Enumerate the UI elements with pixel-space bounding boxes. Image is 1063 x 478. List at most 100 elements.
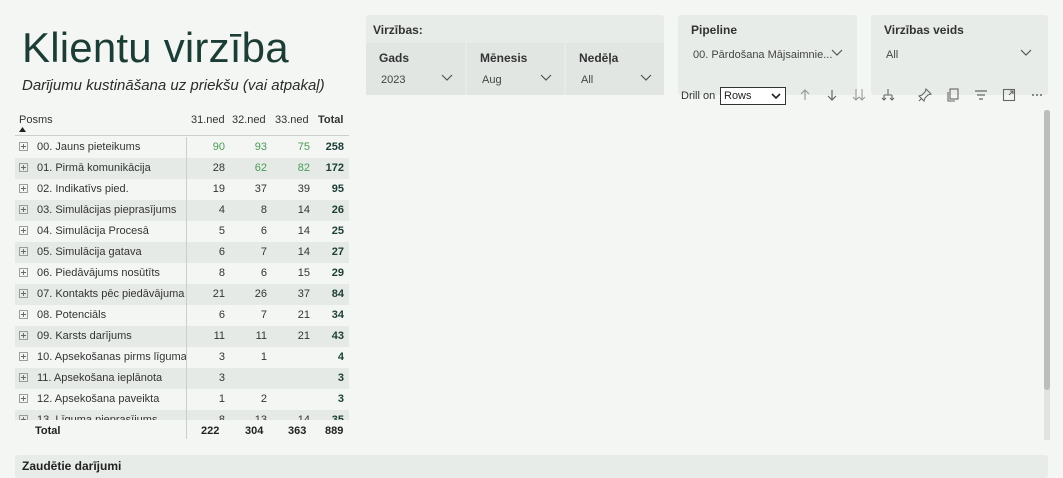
matrix-rows: 00. Jauns pieteikums 90 93 75 258 01. Pirmā k… [15,137,349,420]
cell-total: 258 [325,141,344,153]
more-options-icon[interactable] [1030,88,1044,102]
table-row[interactable]: 11. Apsekošana ieplānota 3 3 [15,368,349,389]
row-stage-name: 09. Karsts darījums [37,330,132,342]
cell-week32: 6 [260,225,267,237]
expand-plus-icon[interactable] [19,289,28,298]
row-stage-name: 00. Jauns pieteikums [37,141,141,153]
cell-week32: 7 [260,246,267,258]
chevron-down-icon[interactable] [831,46,843,58]
vertical-scrollbar[interactable] [1044,110,1050,440]
column-header-week31[interactable]: 31.ned [191,114,225,126]
expand-plus-icon[interactable] [19,394,28,403]
cell-total: 29 [331,267,344,279]
table-row[interactable]: 08. Potenciāls 6 7 21 34 [15,305,349,326]
year-slicer[interactable]: Gads 2023 [366,43,465,95]
expand-plus-icon[interactable] [19,184,28,193]
table-row[interactable]: 03. Simulācijas pieprasījums 4 8 14 26 [15,200,349,221]
lost-deals-section-header: Zaudētie darījumi [15,455,1048,478]
cell-total: 3 [337,372,344,384]
cell-week31: 19 [212,183,225,195]
year-slicer-label: Gads [379,51,410,65]
cell-week33: 14 [297,246,310,258]
double-arrow-down-icon[interactable] [852,88,866,102]
cell-week31: 11 [213,330,225,342]
expand-plus-icon[interactable] [19,268,28,277]
expand-plus-icon[interactable] [19,352,28,361]
row-stage-name: 04. Simulācija Procesā [37,225,149,237]
date-slicer-panel: Virzības: Gads 2023 Mēnesis Aug Nedēļa A… [366,15,664,95]
cell-total: 3 [337,393,344,405]
cell-week32: 11 [255,330,267,342]
cell-week33: 14 [297,225,310,237]
column-header-week33[interactable]: 33.ned [275,114,309,126]
cell-week32: 6 [260,267,267,279]
cell-total: 172 [325,162,344,174]
cell-week31: 4 [218,204,225,216]
expand-plus-icon[interactable] [19,310,28,319]
table-row[interactable]: 04. Simulācija Procesā 5 6 14 25 [15,221,349,242]
table-row[interactable]: 09. Karsts darījums 11 11 21 43 [15,326,349,347]
expand-plus-icon[interactable] [19,415,28,420]
table-row[interactable]: 10. Apsekošanas pirms līguma 3 1 4 [15,347,349,368]
expand-plus-icon[interactable] [19,373,28,382]
arrow-down-icon[interactable] [825,88,839,102]
expand-plus-icon[interactable] [19,163,28,172]
cell-week33: 14 [297,414,310,420]
pipeline-slicer-label: Pipeline [691,23,738,37]
cell-total: 4 [337,351,344,363]
chevron-down-icon[interactable] [441,71,453,83]
table-row[interactable]: 13. Līguma pieprasījums 8 13 14 35 [15,410,349,420]
cell-week31: 8 [218,267,225,279]
column-header-total[interactable]: Total [318,114,343,126]
expand-plus-icon[interactable] [19,205,28,214]
drill-on-select[interactable]: Rows [720,87,786,105]
expand-plus-icon[interactable] [19,142,28,151]
table-row[interactable]: 06. Piedāvājums nosūtīts 8 6 15 29 [15,263,349,284]
pipeline-slicer[interactable]: Pipeline 00. Pārdošana Mājsaimnie... [678,15,857,95]
row-stage-name: 11. Apsekošana ieplānota [37,372,163,384]
expand-plus-icon[interactable] [19,247,28,256]
row-stage-name: 01. Pirmā komunikācija [37,162,151,174]
column-header-posms[interactable]: Posms [19,114,53,126]
expand-hierarchy-icon[interactable] [881,88,895,102]
column-header-week32[interactable]: 32.ned [232,114,266,126]
total-week32: 304 [245,425,264,437]
row-stage-name: 03. Simulācijas pieprasījums [37,204,177,216]
pin-icon[interactable] [918,88,932,102]
pipeline-slicer-value: 00. Pārdošana Mājsaimnie... [693,49,833,61]
chevron-down-icon[interactable] [540,71,552,83]
row-stage-name: 08. Potenciāls [37,309,107,321]
table-row[interactable]: 00. Jauns pieteikums 90 93 75 258 [15,137,349,158]
month-slicer[interactable]: Mēnesis Aug [467,43,564,95]
month-slicer-label: Mēnesis [480,51,528,65]
chevron-down-icon[interactable] [1020,46,1032,58]
cell-week32: 8 [260,204,267,216]
week-slicer[interactable]: Nedēļa All [566,43,664,95]
cell-week31: 90 [212,141,225,153]
table-row[interactable]: 12. Apsekošana paveikta 1 2 3 [15,389,349,410]
expand-plus-icon[interactable] [19,331,28,340]
month-slicer-value: Aug [482,74,502,86]
filter-icon[interactable] [974,88,988,102]
row-stage-name: 13. Līguma pieprasījums [37,414,158,420]
movement-type-slicer[interactable]: Virzības veids All [871,15,1048,95]
cell-week31: 6 [218,246,225,258]
table-row[interactable]: 01. Pirmā komunikācija 28 62 82 172 [15,158,349,179]
table-row[interactable]: 02. Indikatīvs pied. 19 37 39 95 [15,179,349,200]
cell-total: 43 [331,330,344,342]
cell-week32: 2 [260,393,267,405]
cell-week31: 6 [218,309,225,321]
table-row[interactable]: 05. Simulācija gatava 6 7 14 27 [15,242,349,263]
cell-week31: 8 [218,414,225,420]
expand-plus-icon[interactable] [19,226,28,235]
copy-icon[interactable] [946,88,960,102]
scrollbar-thumb[interactable] [1044,110,1050,390]
pipeline-matrix: Posms 31.ned 32.ned 33.ned Total 00. Jau… [15,108,349,439]
table-row[interactable]: 07. Kontakts pēc piedāvājuma 21 26 37 84 [15,284,349,305]
cell-total: 34 [331,309,344,321]
chevron-down-icon[interactable] [640,71,652,83]
movement-type-slicer-value: All [886,49,899,61]
arrow-up-icon[interactable] [798,88,812,102]
cell-week32: 26 [254,288,267,300]
focus-mode-icon[interactable] [1002,88,1016,102]
